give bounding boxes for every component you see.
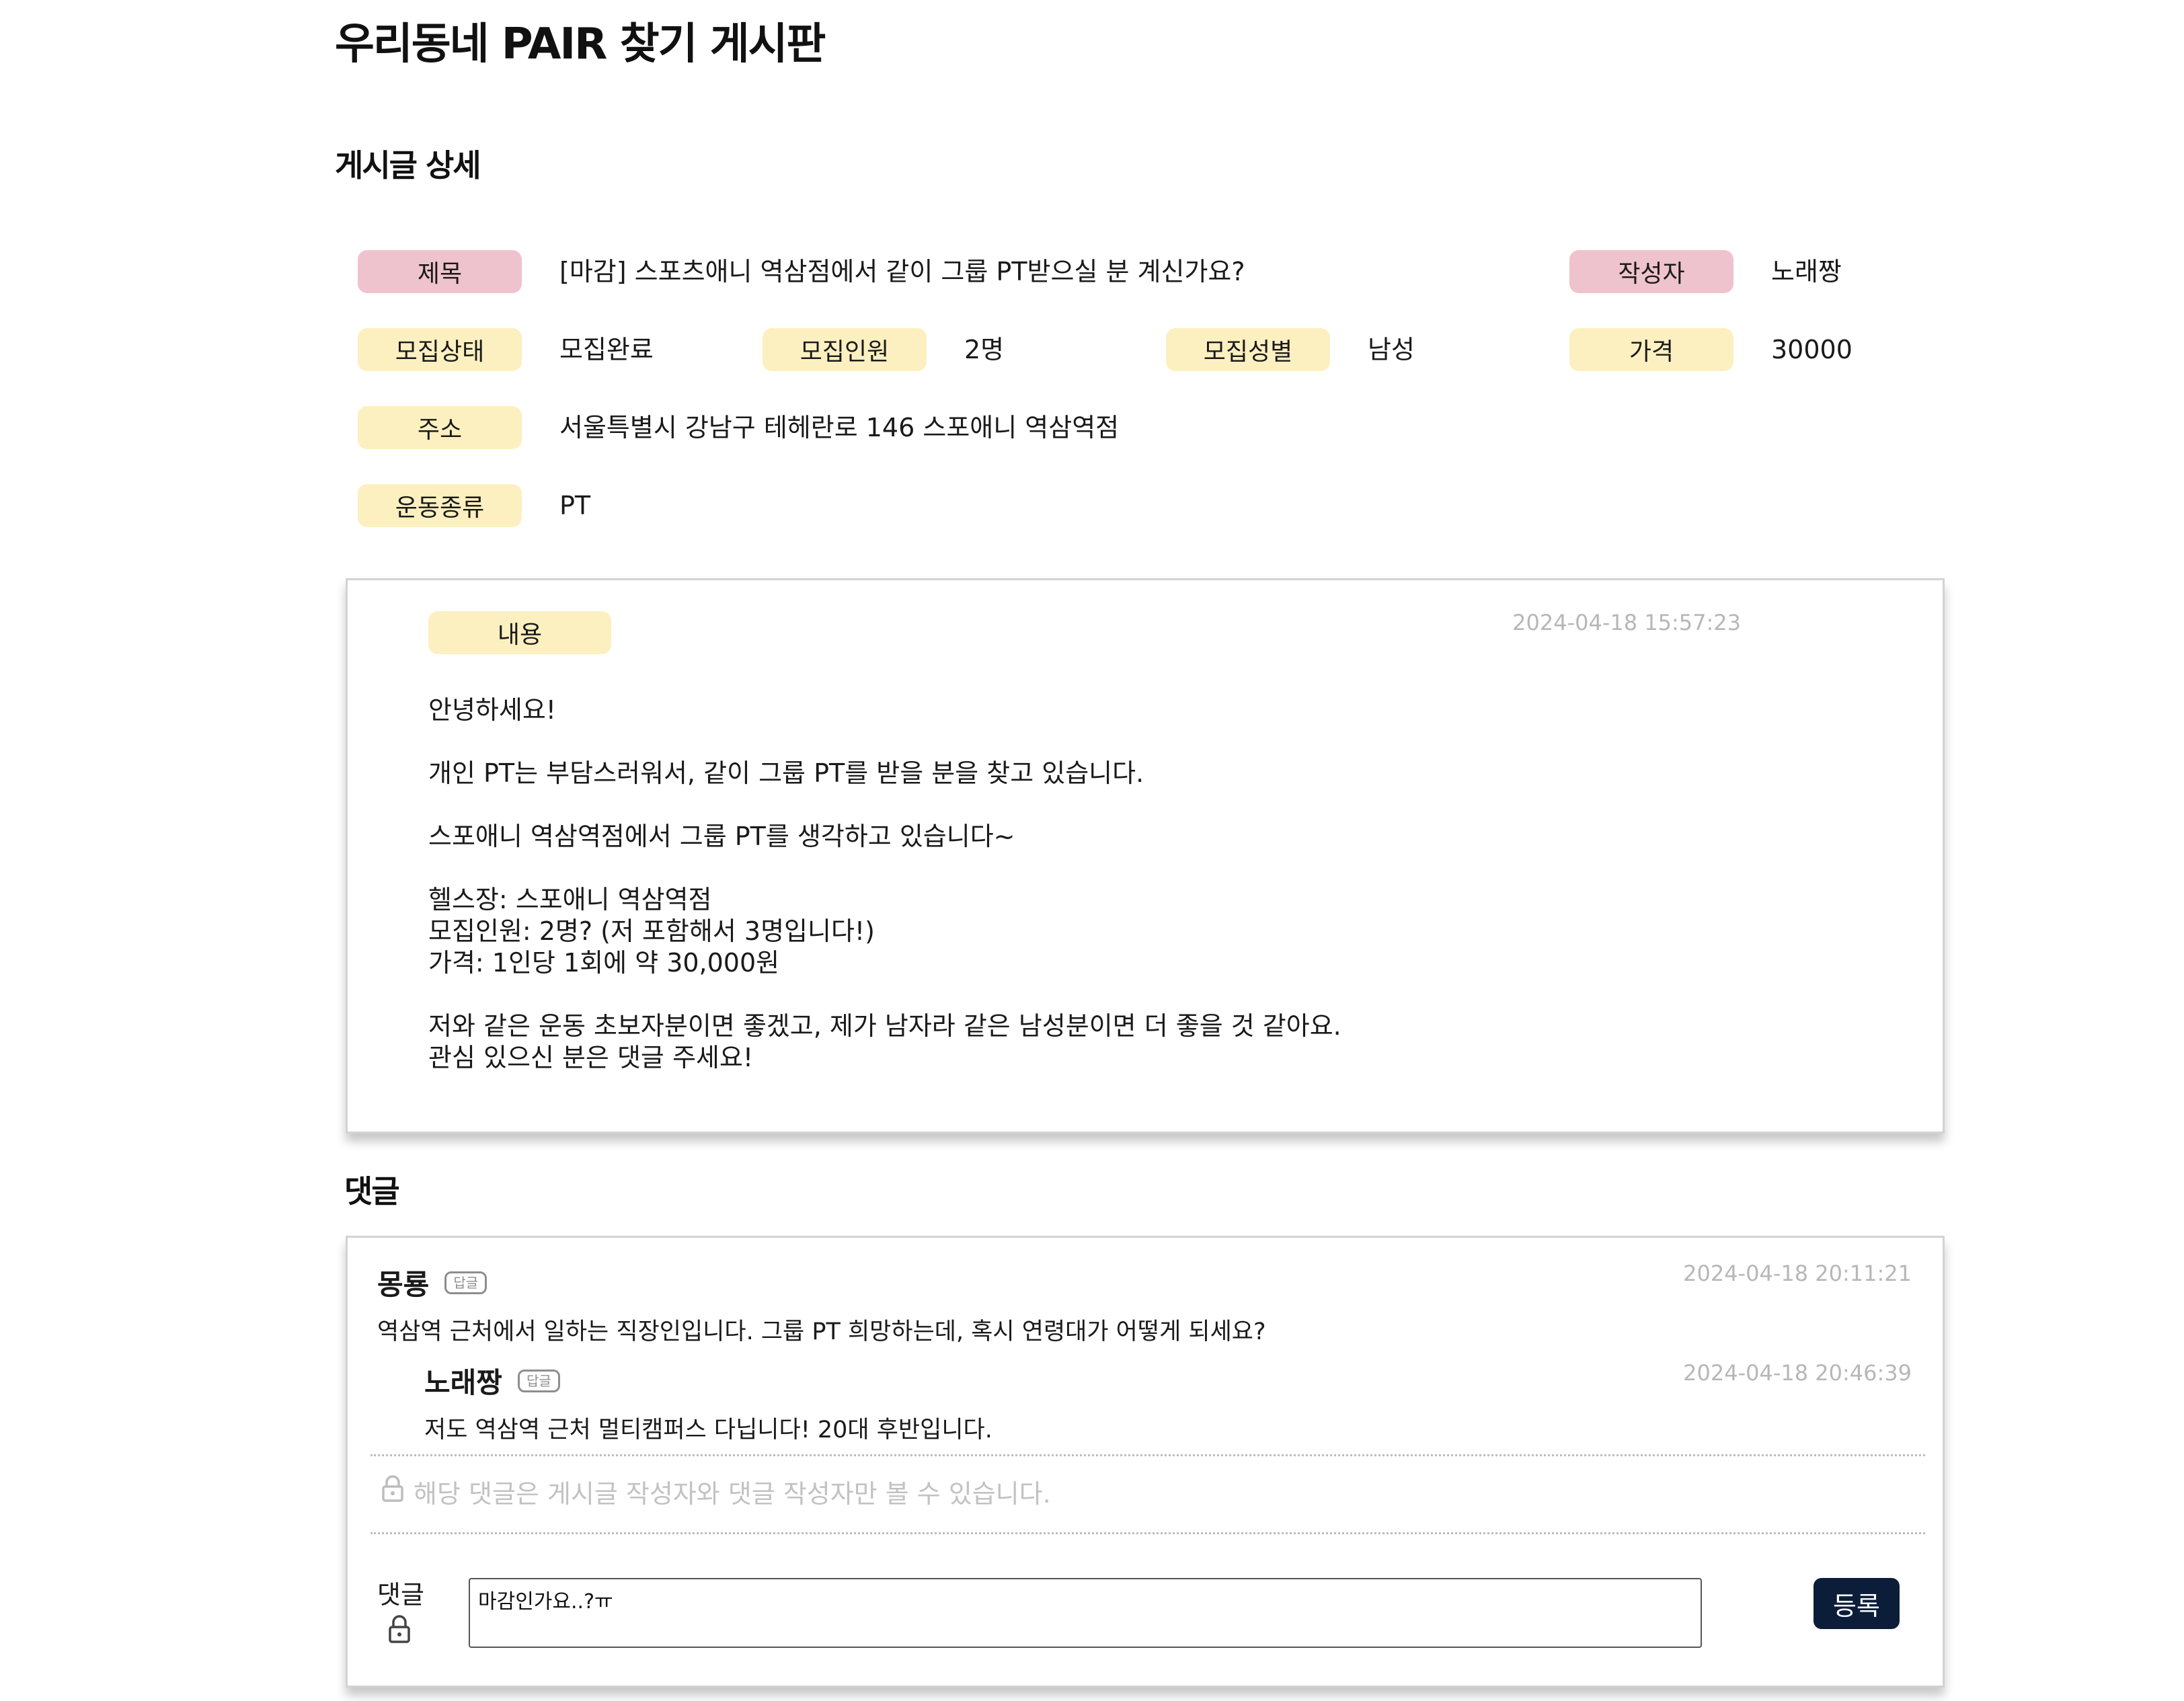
content-box: 내용 2024-04-18 15:57:23 안녕하세요! 개인 PT는 부담스… (346, 578, 1945, 1134)
comment-author: 노래짱 (424, 1366, 502, 1399)
comment-item: 몽룡 답글 역삼역 근처에서 일하는 직장인입니다. 그룹 PT 희망하는데, … (377, 1262, 1266, 1347)
comment-box: 몽룡 답글 역삼역 근처에서 일하는 직장인입니다. 그룹 PT 희망하는데, … (346, 1236, 1945, 1688)
status-value: 모집완료 (559, 335, 654, 364)
content-date: 2024-04-18 15:57:23 (1512, 610, 1741, 635)
private-notice-text: 해당 댓글은 게시글 작성자와 댓글 작성자만 볼 수 있습니다. (414, 1479, 1051, 1509)
comment-input[interactable]: 마감인가요..?ㅠ (469, 1578, 1702, 1648)
content-paragraph: 스포애니 역삼역점에서 그룹 PT를 생각하고 있습니다~ (428, 822, 1015, 851)
content-paragraph: 개인 PT는 부담스러워서, 같이 그룹 PT를 받을 분을 찾고 있습니다. (428, 758, 1144, 788)
content-paragraph: 저와 같은 운동 초보자분이면 좋겠고, 제가 남자라 같은 남성분이면 더 좋… (428, 1011, 1341, 1072)
sport-value: PT (559, 491, 591, 520)
section-title: 게시글 상세 (335, 147, 481, 184)
title-label: 제목 (358, 250, 522, 293)
comment-text: 저도 역삼역 근처 멀티캠퍼스 다닙니다! 20대 후반입니다. (424, 1417, 992, 1443)
count-label: 모집인원 (763, 328, 927, 371)
site-title: 우리동네 PAIR 찾기 게시판 (335, 19, 826, 69)
gender-label: 모집성별 (1166, 328, 1330, 371)
author-label: 작성자 (1569, 250, 1733, 293)
title-value: [마감] 스포츠애니 역삼점에서 같이 그룹 PT받으실 분 계신가요? (559, 257, 1245, 286)
gender-value: 남성 (1368, 335, 1415, 364)
reply-button[interactable]: 답글 (444, 1271, 488, 1294)
address-value: 서울특별시 강남구 테헤란로 146 스포애니 역삼역점 (559, 413, 1120, 442)
content-label: 내용 (428, 611, 611, 654)
sport-label: 운동종류 (358, 484, 522, 527)
comment-author: 몽룡 (377, 1268, 430, 1301)
divider (370, 1532, 1925, 1534)
lock-icon (381, 1474, 404, 1509)
submit-comment-button[interactable]: 등록 (1814, 1578, 1900, 1629)
comment-text: 역삼역 근처에서 일하는 직장인입니다. 그룹 PT 희망하는데, 혹시 연령대… (377, 1318, 1266, 1345)
count-value: 2명 (964, 335, 1005, 364)
comments-title: 댓글 (344, 1173, 400, 1210)
author-value: 노래짱 (1771, 257, 1842, 286)
comment-date: 2024-04-18 20:46:39 (1683, 1360, 1912, 1386)
reply-button[interactable]: 답글 (518, 1369, 560, 1392)
comment-date: 2024-04-18 20:11:21 (1683, 1261, 1912, 1286)
status-label: 모집상태 (358, 328, 522, 371)
lock-icon[interactable] (388, 1614, 411, 1647)
content-paragraph: 안녕하세요! (428, 695, 557, 725)
content-body: 안녕하세요! 개인 PT는 부담스러워서, 같이 그룹 PT를 받을 분을 찾고… (428, 695, 1341, 1105)
content-paragraph: 헬스장: 스포애니 역삼역점 모집인원: 2명? (저 포함해서 3명입니다!)… (428, 885, 875, 978)
price-label: 가격 (1569, 328, 1733, 371)
comment-reply-item: 노래짱 답글 저도 역삼역 근처 멀티캠퍼스 다닙니다! 20대 후반입니다. (424, 1360, 992, 1445)
page: 우리동네 PAIR 찾기 게시판 게시글 상세 제목 [마감] 스포츠애니 역삼… (0, 0, 2184, 1701)
price-value: 30000 (1771, 335, 1852, 364)
address-label: 주소 (358, 406, 522, 449)
private-comment-notice: 해당 댓글은 게시글 작성자와 댓글 작성자만 볼 수 있습니다. (381, 1473, 1051, 1510)
divider (370, 1454, 1925, 1456)
comment-input-label: 댓글 (377, 1580, 424, 1610)
